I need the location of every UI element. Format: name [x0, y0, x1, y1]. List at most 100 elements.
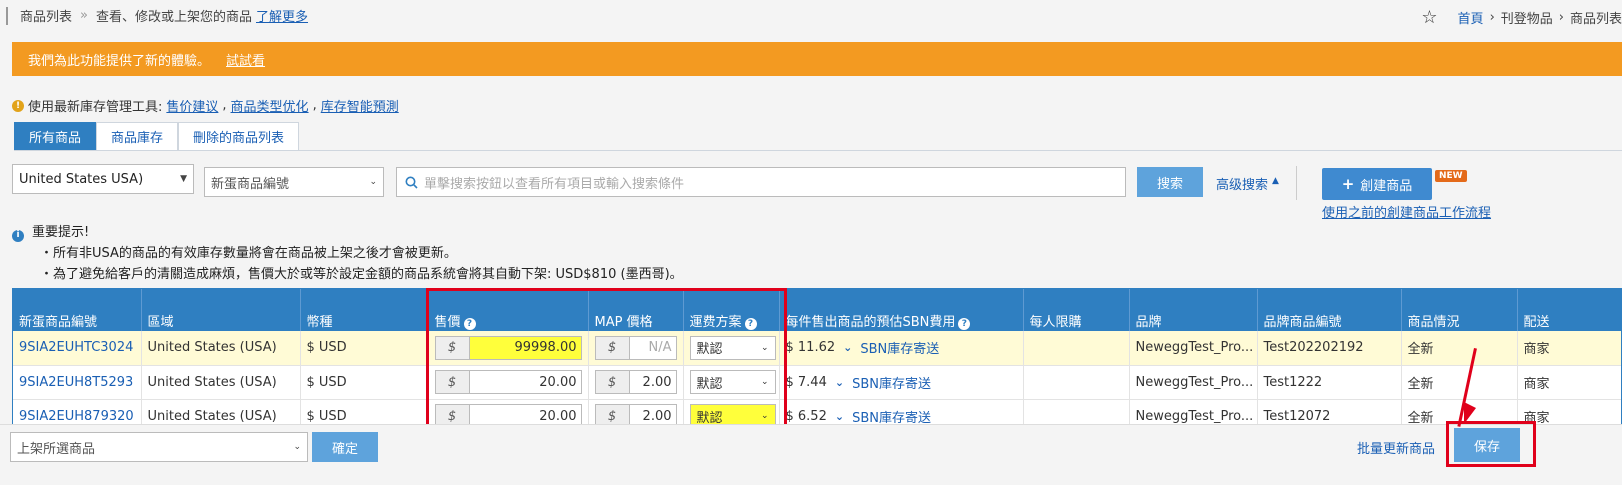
sku-link[interactable]: 9SIA2EUHTC3024 — [13, 331, 142, 366]
header-map-price[interactable]: MAP 價格 — [588, 289, 684, 331]
currency-cell: $ USD — [300, 331, 429, 366]
brand-sku-cell: Test12072 — [1257, 399, 1402, 424]
chevron-down-icon: ⌄ — [760, 342, 769, 353]
header-sbn-fee[interactable]: 每件售出商品的預估SBN費用? — [779, 289, 1024, 331]
plus-icon: + — [1341, 175, 1355, 193]
chevron-down-icon[interactable]: ⌄ — [835, 410, 844, 423]
map-price-input[interactable]: $2.00 — [594, 404, 677, 424]
header-brand-sku[interactable]: 品牌商品編號 — [1257, 289, 1402, 331]
category-optimize-link[interactable]: 商品类型优化 — [231, 96, 309, 115]
header-limit[interactable]: 每人限購 — [1023, 289, 1130, 331]
map-price-value[interactable]: 2.00 — [630, 405, 676, 424]
price-value[interactable]: 20.00 — [470, 405, 581, 424]
price-suggestion-link[interactable]: 售价建议 — [166, 96, 218, 115]
nav-listing[interactable]: 刊登物品 — [1501, 8, 1553, 27]
notice-line: ・所有非USA的商品的有效庫存數量將會在商品被上架之後才會被更新。 — [40, 246, 457, 261]
learn-more-link[interactable]: 了解更多 — [256, 6, 308, 25]
sku-link[interactable]: 9SIA2EUH8T5293 — [13, 365, 142, 400]
sku-link[interactable]: 9SIA2EUH879320 — [13, 399, 142, 424]
price-input[interactable]: $99998.00 — [434, 335, 582, 360]
brand-cell: NeweggTest_Pro... — [1129, 331, 1258, 366]
nav-home-link[interactable]: 首頁 — [1458, 8, 1484, 27]
chevron-down-icon: ⌄ — [293, 442, 301, 452]
tab-bar: 所有商品 商品庫存 刪除的商品列表 — [14, 122, 300, 150]
tab-deleted[interactable]: 刪除的商品列表 — [178, 122, 300, 150]
price-input[interactable]: $20.00 — [434, 404, 582, 424]
search-placeholder: 單擊搜索按鈕以查看所有項目或輸入搜索條件 — [424, 176, 685, 192]
page-description: 查看、修改或上架您的商品 — [95, 10, 252, 25]
shipping-cell: 默認 ⌄ — [683, 365, 780, 400]
currency-symbol: $ — [435, 405, 470, 424]
currency-symbol: $ — [435, 371, 470, 393]
old-create-flow-link[interactable]: 使用之前的創建商品工作流程 — [1322, 202, 1491, 221]
map-price-input[interactable]: $ N/A — [594, 335, 677, 360]
sbn-fee-cell: $ 7.44 ⌄ SBN庫存寄送 — [779, 365, 1024, 400]
help-icon[interactable]: ? — [958, 317, 971, 330]
map-price-value[interactable]: 2.00 — [630, 371, 676, 393]
limit-cell — [1023, 331, 1130, 366]
header-currency[interactable]: 幣種 — [300, 289, 429, 331]
nav-separator: › — [1489, 10, 1495, 25]
region-select[interactable]: United States USA) ▼ — [12, 164, 194, 194]
tab-all-products[interactable]: 所有商品 — [14, 122, 97, 150]
map-price-value[interactable]: N/A — [630, 337, 676, 359]
header-region[interactable]: 區域 — [141, 289, 301, 331]
help-icon[interactable]: ? — [463, 317, 476, 330]
help-icon[interactable]: ? — [744, 317, 757, 330]
chevron-down-icon: ▼ — [180, 174, 187, 184]
region-cell: United States (USA) — [141, 331, 301, 366]
price-cell: $20.00 — [428, 365, 589, 400]
shipping-select[interactable]: 默認 ⌄ — [689, 335, 776, 360]
tab-inventory[interactable]: 商品庫存 — [96, 122, 179, 150]
header-price[interactable]: 售價? — [428, 289, 589, 331]
header-brand[interactable]: 品牌 — [1129, 289, 1258, 331]
map-price-input[interactable]: $2.00 — [594, 370, 677, 394]
limit-cell — [1023, 399, 1130, 424]
region-cell: United States (USA) — [141, 399, 301, 424]
chevron-down-icon[interactable]: ⌄ — [835, 376, 844, 389]
chevron-down-icon[interactable]: ⌄ — [843, 341, 852, 354]
header-delivery[interactable]: 配送 — [1517, 289, 1621, 331]
price-cell: $20.00 — [428, 399, 589, 424]
favorite-star-icon[interactable]: ☆ — [1421, 8, 1437, 27]
header-shipping[interactable]: 運费方案? — [683, 289, 780, 331]
try-it-link[interactable]: 試試看 — [226, 50, 265, 69]
sbn-ship-link[interactable]: SBN庫存寄送 — [852, 373, 931, 392]
chevron-down-icon: ⌄ — [760, 411, 769, 421]
brand-cell: NeweggTest_Pro... — [1129, 399, 1258, 424]
sbn-fee-value: $ 7.44 — [785, 374, 827, 390]
price-input[interactable]: $20.00 — [434, 370, 582, 394]
new-experience-banner: 我們為此功能提供了新的體驗。 試試看 — [12, 42, 1622, 76]
shipping-select[interactable]: 默認 ⌄ — [689, 404, 776, 424]
sbn-ship-link[interactable]: SBN庫存寄送 — [852, 407, 931, 425]
confirm-button[interactable]: 確定 — [312, 432, 378, 462]
inventory-forecast-link[interactable]: 库存智能預測 — [321, 96, 399, 115]
delivery-cell: 商家 — [1517, 399, 1621, 424]
search-input[interactable]: 單擊搜索按鈕以查看所有項目或輸入搜索條件 — [396, 167, 1126, 197]
currency-cell: $ USD — [300, 399, 429, 424]
create-product-button[interactable]: + 創建商品 — [1322, 168, 1432, 200]
nav-product-list: 商品列表 — [1569, 12, 1622, 27]
map-cell: $2.00 — [588, 399, 684, 424]
brand-sku-cell: Test1222 — [1257, 365, 1402, 400]
save-button[interactable]: 保存 — [1454, 428, 1520, 462]
bulk-action-select[interactable]: 上架所選商品 ⌄ — [10, 432, 308, 462]
header-condition[interactable]: 商品情況 — [1401, 289, 1518, 331]
page-title: 商品列表 — [20, 10, 73, 25]
price-value[interactable]: 99998.00 — [469, 336, 581, 359]
search-button[interactable]: 搜索 — [1137, 167, 1203, 197]
bulk-update-link[interactable]: 批量更新商品 — [1357, 438, 1435, 457]
advanced-search-toggle[interactable]: 高级搜索 ▲ — [1216, 174, 1279, 193]
currency-cell: $ USD — [300, 365, 429, 400]
header-sku[interactable]: 新蛋商品編號 — [13, 289, 142, 331]
price-value[interactable]: 20.00 — [470, 371, 581, 393]
shipping-select[interactable]: 默認 ⌄ — [689, 370, 776, 394]
sbn-fee-value: $ 11.62 — [785, 340, 836, 356]
shipping-value: 默認 — [696, 342, 723, 358]
search-field-select[interactable]: 新蛋商品編號 ⌄ — [204, 167, 384, 197]
currency-symbol: $ — [595, 336, 630, 359]
table-row: 9SIA2EUHTC3024 United States (USA) $ USD… — [13, 331, 1621, 366]
sbn-ship-link[interactable]: SBN庫存寄送 — [860, 338, 939, 357]
condition-cell: 全新 — [1401, 365, 1518, 400]
bulk-action-value: 上架所選商品 — [17, 441, 96, 457]
